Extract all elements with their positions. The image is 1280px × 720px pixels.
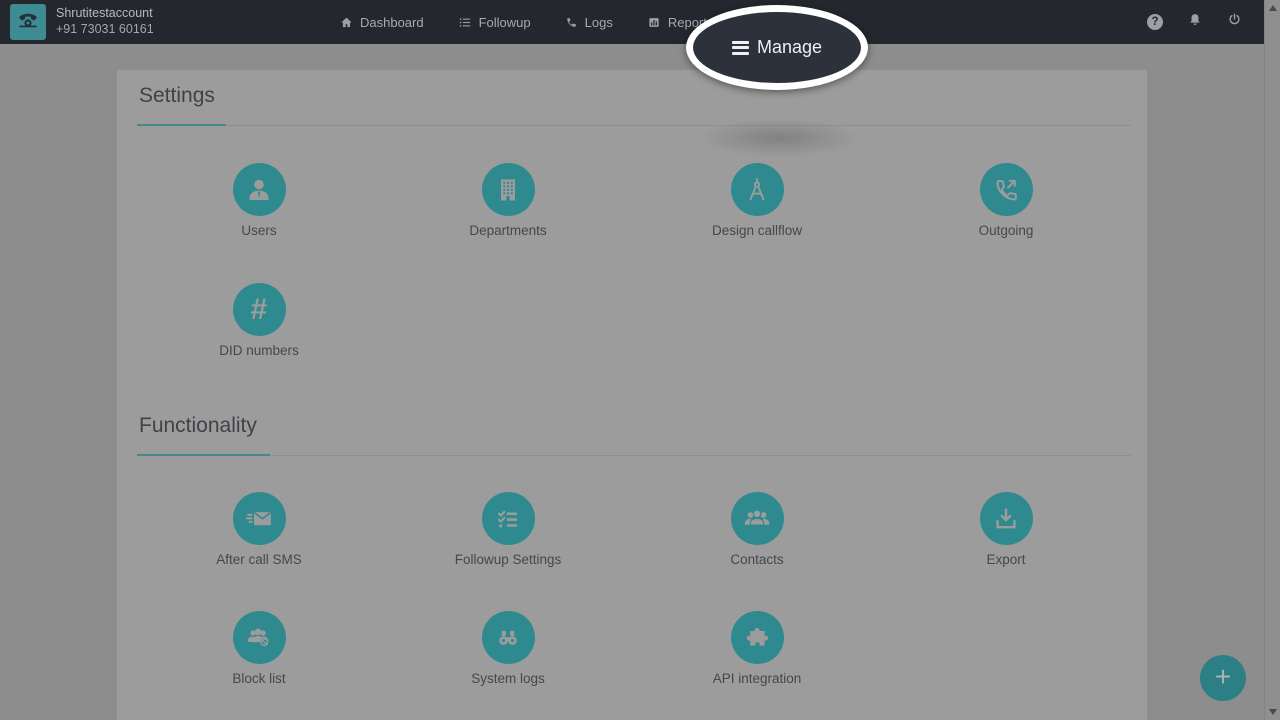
tile-after-call-sms[interactable]: After call SMS <box>179 492 339 567</box>
home-icon <box>340 16 353 29</box>
logout-button[interactable] <box>1227 12 1242 32</box>
tile-label: Followup Settings <box>428 552 588 567</box>
users-icon <box>233 163 286 216</box>
nav-label: Logs <box>585 15 613 30</box>
binoculars-icon <box>482 611 535 664</box>
nav-item-logs[interactable]: Logs <box>565 15 613 30</box>
app-logo[interactable] <box>10 4 46 40</box>
tile-design-callflow[interactable]: Design callflow <box>677 163 837 238</box>
tile-users[interactable]: Users <box>179 163 339 238</box>
vertical-scrollbar[interactable] <box>1264 0 1280 720</box>
help-icon: ? <box>1147 14 1163 30</box>
app-root: Shrutitestaccount +91 73031 60161 Dashbo… <box>0 0 1280 720</box>
tile-label: Block list <box>179 671 339 686</box>
scroll-up-arrow-icon[interactable] <box>1269 5 1277 11</box>
tile-export[interactable]: Export <box>926 492 1086 567</box>
account-info: Shrutitestaccount +91 73031 60161 <box>56 6 154 37</box>
plus-icon: + <box>1215 663 1231 691</box>
nav-item-followup[interactable]: Followup <box>458 15 531 30</box>
bar-chart-icon <box>647 16 661 29</box>
tile-contacts[interactable]: Contacts <box>677 492 837 567</box>
compass-icon <box>731 163 784 216</box>
section-divider <box>137 455 1131 456</box>
tile-system-logs[interactable]: System logs <box>428 611 588 686</box>
tour-highlight-ellipse: Manage <box>686 5 868 90</box>
notifications-button[interactable] <box>1187 12 1203 33</box>
navbar-right-icons: ? <box>1147 0 1242 44</box>
tile-label: Users <box>179 223 339 238</box>
nav-label: Dashboard <box>360 15 424 30</box>
section-title-functionality: Functionality <box>139 414 257 438</box>
tile-label: After call SMS <box>179 552 339 567</box>
download-tray-icon <box>980 492 1033 545</box>
top-navbar: Shrutitestaccount +91 73031 60161 Dashbo… <box>0 0 1264 44</box>
tile-did-numbers[interactable]: # DID numbers <box>179 283 339 358</box>
tile-label: Export <box>926 552 1086 567</box>
hamburger-menu-icon <box>732 41 749 55</box>
building-icon <box>482 163 535 216</box>
scroll-down-arrow-icon[interactable] <box>1269 709 1277 715</box>
nav-label: Followup <box>479 15 531 30</box>
tile-label: System logs <box>428 671 588 686</box>
manage-panel: Settings Users <box>117 70 1147 720</box>
sms-send-icon <box>233 492 286 545</box>
add-button[interactable]: + <box>1200 655 1246 701</box>
section-divider <box>137 125 1131 126</box>
spotlight-shadow <box>695 118 863 158</box>
nav-label: Manage <box>757 37 822 58</box>
hash-icon: # <box>233 283 286 336</box>
tile-label: Design callflow <box>677 223 837 238</box>
puzzle-icon <box>731 611 784 664</box>
account-phone: +91 73031 60161 <box>56 22 154 38</box>
tile-followup-settings[interactable]: Followup Settings <box>428 492 588 567</box>
tile-label: Contacts <box>677 552 837 567</box>
tile-label: API integration <box>677 671 837 686</box>
tile-api-integration[interactable]: API integration <box>677 611 837 686</box>
tile-outgoing[interactable]: Outgoing <box>926 163 1086 238</box>
people-blocked-icon <box>233 611 286 664</box>
main-nav: Dashboard Followup Logs <box>340 0 713 44</box>
tile-label: DID numbers <box>179 343 339 358</box>
tile-label: Departments <box>428 223 588 238</box>
brand-area: Shrutitestaccount +91 73031 60161 <box>10 4 154 40</box>
tile-block-list[interactable]: Block list <box>179 611 339 686</box>
section-title-settings: Settings <box>139 84 215 108</box>
account-name: Shrutitestaccount <box>56 6 154 22</box>
power-icon <box>1227 12 1242 32</box>
checklist-icon <box>458 16 472 29</box>
rotary-phone-icon <box>16 8 40 37</box>
outgoing-call-icon <box>980 163 1033 216</box>
help-button[interactable]: ? <box>1147 14 1163 30</box>
tile-label: Outgoing <box>926 223 1086 238</box>
bell-icon <box>1187 12 1203 33</box>
checklist-icon <box>482 492 535 545</box>
people-group-icon <box>731 492 784 545</box>
phone-icon <box>565 16 578 29</box>
nav-item-dashboard[interactable]: Dashboard <box>340 15 424 30</box>
nav-item-manage[interactable]: Manage <box>732 37 822 58</box>
tile-departments[interactable]: Departments <box>428 163 588 238</box>
